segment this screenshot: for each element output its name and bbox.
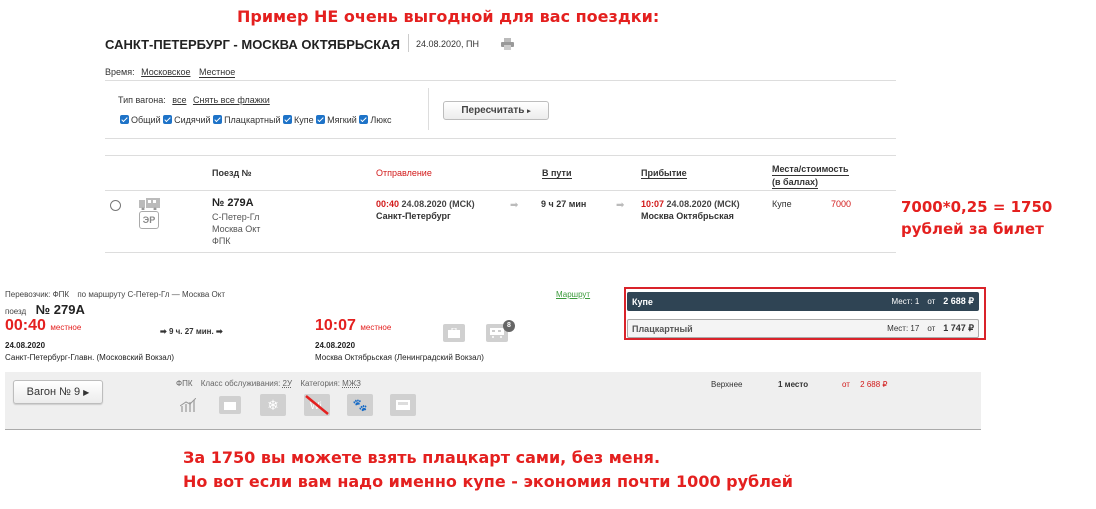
- detail-duration: ➡ 9 ч. 27 мин. ➡: [160, 327, 223, 336]
- col-seats[interactable]: Места/стоимость (в баллах): [772, 163, 849, 189]
- seat-class: Купе: [772, 199, 792, 209]
- table-header-line: [105, 190, 896, 191]
- arrival-datetime: 10:07 24.08.2020 (МСК): [641, 199, 740, 209]
- annotation-top: Пример НЕ очень выгодной для вас поездки…: [237, 7, 660, 26]
- fare-row-platskart[interactable]: Плацкартный Мест: 17 от 1 747 ₽: [627, 319, 979, 338]
- air-conditioning-icon: ❄: [260, 394, 286, 416]
- wagon-select-button[interactable]: Вагон № 9 ▶: [13, 380, 103, 404]
- checkbox-myagkiy[interactable]: Мягкий: [316, 115, 357, 125]
- col-arrival[interactable]: Прибытие: [641, 168, 687, 179]
- arrow-right-icon: ➡: [616, 200, 625, 211]
- detail-arrival-date: 24.08.2020: [315, 341, 356, 350]
- table-bottom-line: [105, 252, 896, 253]
- travel-date: 24.08.2020, ПН: [416, 39, 480, 49]
- berth-type: Верхнее: [711, 380, 743, 389]
- checkbox-lyuks[interactable]: Люкс: [359, 115, 392, 125]
- time-label: Время:: [105, 67, 135, 77]
- departure-station: Санкт-Петербург: [376, 211, 451, 221]
- seat-price-points[interactable]: 7000: [831, 199, 851, 209]
- wagon-row: [5, 372, 981, 430]
- seat-count: 1 место: [778, 380, 809, 389]
- luggage-icon: [443, 324, 465, 342]
- annotation-calc: 7000*0,25 = 1750 рублей за билет: [901, 198, 1053, 238]
- detail-departure-time: 00:40 местное: [5, 317, 82, 334]
- detail-arrival-station: Москва Октябрьская (Ленинградский Вокзал…: [315, 353, 484, 362]
- divider: [408, 34, 409, 52]
- fare-row-kupe[interactable]: Купе Мест: 1 от 2 688 ₽: [627, 292, 979, 311]
- luggage-icon: [219, 396, 241, 414]
- detail-arrival-time: 10:07 местное: [315, 317, 392, 334]
- carrier-info: Перевозчик: ФПК по маршруту С-Петер-Гл —…: [5, 290, 226, 299]
- detail-departure-date: 24.08.2020: [5, 341, 46, 350]
- checkbox-obshchiy[interactable]: Общий: [120, 115, 161, 125]
- col-departure[interactable]: Отправление: [376, 168, 432, 178]
- train-route-short: С-Петер-Гл Москва Окт ФПК: [212, 212, 261, 246]
- wagon-type-filter: Тип вагона: все Снять все флажки: [118, 95, 270, 105]
- chart-icon: [179, 397, 197, 417]
- checkbox-sidyachiy[interactable]: Сидячий: [163, 115, 211, 125]
- print-icon[interactable]: [501, 37, 514, 55]
- select-all-link[interactable]: все: [172, 95, 186, 105]
- detail-departure-station: Санкт-Петербург-Главн. (Московский Вокза…: [5, 353, 175, 362]
- bedding-icon: [390, 394, 416, 416]
- arrival-station: Москва Октябрьская: [641, 211, 734, 221]
- er-badge: ЭР: [139, 211, 159, 229]
- clear-all-link[interactable]: Снять все флажки: [193, 95, 270, 105]
- wagon-info: ФПК Класс обслуживания: 2У Категория: МЖ…: [176, 379, 361, 388]
- recalculate-button[interactable]: Пересчитать ▸: [443, 101, 549, 120]
- route-link[interactable]: Маршрут: [556, 290, 590, 299]
- train-select-radio[interactable]: [110, 200, 121, 211]
- chevron-right-icon: ▶: [83, 388, 90, 397]
- pets-icon: 🐾: [347, 394, 373, 416]
- route-title: САНКТ-ПЕТЕРБУРГ - МОСКВА ОКТЯБРЬСКАЯ: [105, 37, 400, 52]
- col-duration[interactable]: В пути: [542, 168, 572, 179]
- train-number[interactable]: № 279А: [212, 197, 254, 209]
- wagon-type-label: Тип вагона:: [118, 95, 166, 105]
- checkbox-platskart[interactable]: Плацкартный: [213, 115, 280, 125]
- wagon-price[interactable]: от 2 688 ₽: [842, 380, 888, 389]
- time-toggle: Время: Московское Местное: [105, 67, 236, 78]
- wagon-count-badge: 8: [503, 320, 515, 332]
- travel-duration: 9 ч 27 мин: [541, 199, 587, 209]
- no-wifi-icon: Wi: [304, 394, 330, 416]
- time-moscow-link[interactable]: Московское: [141, 67, 190, 77]
- arrow-right-icon: ➡: [510, 200, 519, 211]
- annotation-bottom: За 1750 вы можете взять плацкарт сами, б…: [183, 448, 793, 491]
- table-top-line: [105, 155, 896, 156]
- time-local-link[interactable]: Местное: [199, 67, 236, 78]
- divider: [428, 88, 429, 130]
- col-train: Поезд №: [212, 168, 252, 178]
- wagon-type-checkboxes: Общий Сидячий Плацкартный Купе Мягкий Лю…: [120, 115, 392, 125]
- chevron-right-icon: ▸: [527, 108, 531, 115]
- checkbox-kupe[interactable]: Купе: [283, 115, 314, 125]
- departure-datetime: 00:40 24.08.2020 (МСК): [376, 199, 475, 209]
